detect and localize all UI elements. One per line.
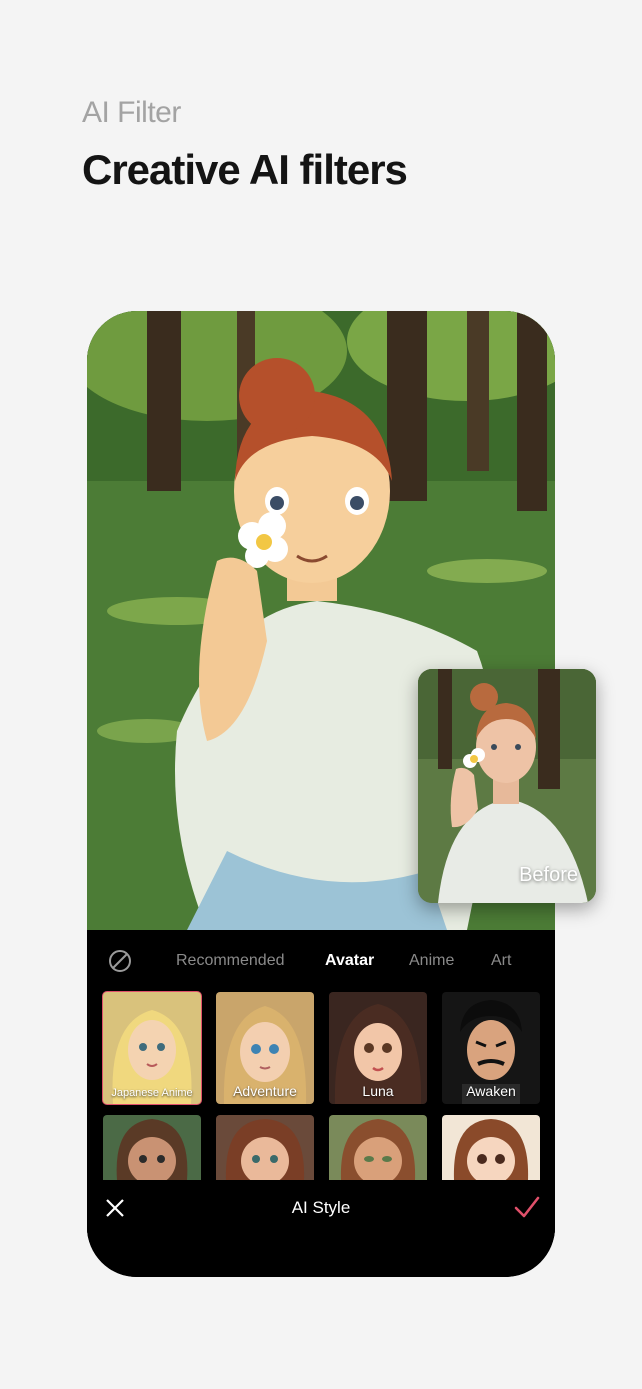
before-label: Before (519, 864, 578, 886)
style-portrait (216, 1115, 314, 1180)
before-photo-card[interactable]: Before (418, 669, 596, 903)
style-thumb-row2-3[interactable] (329, 1115, 427, 1180)
style-thumb-adventure[interactable]: Adventure (216, 992, 314, 1104)
bottom-toolbar: AI Style (87, 1180, 555, 1240)
panel-title: AI Style (291, 1198, 351, 1217)
section-headline: Creative AI filters (82, 146, 408, 193)
style-thumb-japanese-anime[interactable]: Japanese Anime (102, 991, 202, 1105)
style-portrait (103, 1115, 201, 1180)
style-thumb-awaken[interactable]: Awaken (442, 992, 540, 1104)
no-filter-icon[interactable] (107, 948, 133, 974)
tab-avatar[interactable]: Avatar (325, 952, 374, 970)
tab-recommended[interactable]: Recommended (176, 952, 285, 970)
category-tabs: Recommended Avatar Anime Art (87, 930, 555, 992)
style-label: Luna (362, 1083, 394, 1099)
style-label: Awaken (466, 1083, 516, 1099)
checkmark-icon[interactable] (513, 1194, 541, 1220)
style-label: Japanese Anime (111, 1087, 193, 1099)
section-eyebrow: AI Filter (82, 96, 181, 129)
style-portrait (329, 1115, 427, 1180)
ai-style-panel: Recommended Avatar Anime Art Japanese An… (87, 930, 555, 1277)
style-thumb-row2-1[interactable] (103, 1115, 201, 1180)
style-thumb-row2-2[interactable] (216, 1115, 314, 1180)
tab-art[interactable]: Art (491, 952, 511, 970)
style-thumb-row2-4[interactable] (442, 1115, 540, 1180)
style-thumb-luna[interactable]: Luna (329, 992, 427, 1104)
style-portrait (442, 1115, 540, 1180)
tab-anime[interactable]: Anime (409, 952, 454, 970)
style-label: Adventure (233, 1083, 297, 1099)
